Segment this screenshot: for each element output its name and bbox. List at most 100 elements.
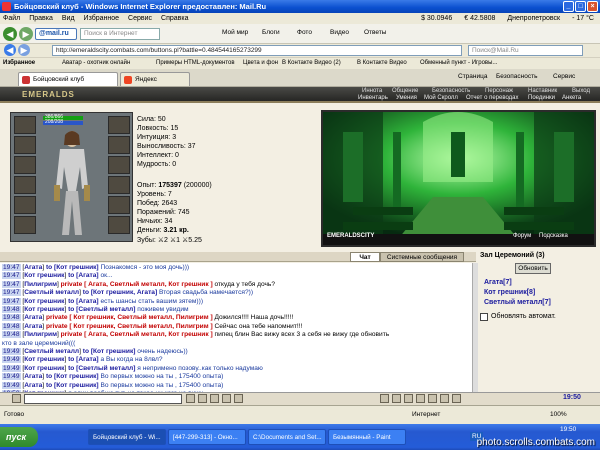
back-arrow-icon[interactable]: ◀ — [4, 44, 16, 56]
chat-author[interactable]: Агата — [24, 382, 42, 389]
map-icon[interactable] — [404, 394, 413, 403]
slot-armor[interactable] — [14, 176, 36, 194]
menu-file[interactable]: Файл — [3, 13, 20, 24]
chat-time[interactable]: 19:48 — [2, 314, 21, 322]
chat-recipient[interactable]: to [Кот грешник] — [46, 373, 99, 380]
menu-help[interactable]: Справка — [161, 13, 188, 24]
taskbar-explorer[interactable]: C:\Documents and Set... — [248, 429, 326, 445]
chat-time[interactable]: 19:48 — [2, 322, 21, 330]
fav-link-exchange[interactable]: Обменный пункт - Игровы... — [420, 60, 497, 66]
translit-icon[interactable] — [234, 394, 243, 403]
chat-recipient[interactable]: to [Кот грешник, Агата] — [83, 289, 157, 296]
chat-author[interactable]: Кот грешник — [24, 365, 64, 372]
chat-author[interactable]: Светлый металл — [24, 348, 79, 355]
menu-view[interactable]: Вид — [62, 13, 75, 24]
nav-profile[interactable]: Анкета — [562, 95, 581, 101]
user-kot-greshnik[interactable]: Кот грешник[8] — [484, 289, 535, 296]
toolbar-my-world[interactable]: Мой мир — [222, 29, 248, 36]
chat-recipient[interactable]: to [Агата] — [68, 356, 99, 363]
nav-innota[interactable]: Иннота — [362, 88, 382, 94]
fav-link-html[interactable]: Примеры HTML-документов — [156, 60, 235, 66]
slot-pants[interactable] — [108, 196, 130, 214]
status-zoom[interactable]: 100% — [550, 411, 567, 418]
chat-time[interactable]: 19:49 — [2, 373, 21, 381]
chat-author[interactable]: Кот грешник — [24, 306, 64, 313]
help-icon[interactable] — [452, 394, 461, 403]
url-input[interactable]: http://emeraldscity.combats.com/buttons.… — [52, 45, 462, 56]
toolbar-video[interactable]: Видео — [330, 29, 349, 36]
page-menu[interactable]: Страница — [458, 73, 487, 80]
chat-private-recipients[interactable]: private [ Кот грешник, Светлый металл, П… — [46, 314, 213, 321]
security-menu[interactable]: Безопасность — [496, 73, 537, 80]
chat-time[interactable]: 19:49 — [2, 348, 21, 355]
chat-author[interactable]: Кот грешник — [24, 298, 64, 305]
chat-recipient[interactable]: to [Кот грешник] — [46, 264, 99, 271]
chat-time[interactable]: 19:48 — [2, 331, 21, 339]
nav-scroll[interactable]: Мой Скролл — [424, 95, 458, 101]
forward-button[interactable]: ▶ — [19, 27, 33, 41]
slot-weapon[interactable] — [14, 156, 36, 174]
toolbar-blogs[interactable]: Блоги — [262, 29, 280, 36]
chat-input[interactable] — [24, 394, 182, 404]
tab-yandex[interactable]: Яндекс — [120, 72, 190, 86]
close-button[interactable]: × — [587, 1, 598, 12]
chat-recipient[interactable]: to [Светлый металл] — [68, 306, 135, 313]
chat-private-recipients[interactable]: private [ Агата, Светлый металл, Кот гре… — [61, 331, 213, 338]
nav-mentor[interactable]: Наставник — [528, 88, 557, 94]
location-scene[interactable]: EMERALDSCITY Форум Подсказка — [321, 110, 596, 247]
sound-icon[interactable] — [428, 394, 437, 403]
clear-icon[interactable] — [210, 394, 219, 403]
slot-earrings[interactable] — [14, 116, 36, 134]
nav-exit[interactable]: Выход — [572, 88, 590, 94]
fav-link-avatar[interactable]: Аватар - охотник онлайн — [62, 60, 130, 66]
maximize-button[interactable]: □ — [575, 1, 586, 12]
tab-chat[interactable]: Чат — [350, 252, 380, 262]
nav-security[interactable]: Безопасность — [432, 88, 470, 94]
hint-link[interactable]: Подсказка — [539, 233, 568, 239]
chat-author[interactable]: Светлый металл — [24, 289, 79, 296]
menu-edit[interactable]: Правка — [29, 13, 53, 24]
chat-time[interactable]: 19:49 — [2, 356, 21, 364]
minimize-button[interactable]: _ — [563, 1, 574, 12]
fav-link-vk-video[interactable]: В Контакте Видео — [357, 60, 407, 66]
nav-skills[interactable]: Умения — [396, 95, 417, 101]
refresh-button[interactable]: Обновить — [515, 263, 551, 274]
nav-transfers[interactable]: Отчет о переводах — [466, 95, 519, 101]
slot-boots[interactable] — [108, 216, 130, 234]
chat-author[interactable]: Кот грешник — [24, 356, 64, 363]
chat-settings-icon[interactable] — [12, 394, 21, 403]
chat-time[interactable]: 19:49 — [2, 364, 21, 372]
toolbar-photo[interactable]: Фото — [297, 29, 312, 36]
taskbar-paint[interactable]: Безымянный - Paint — [328, 429, 406, 445]
taskbar-ie[interactable]: Бойцовский клуб - Wi... — [88, 429, 166, 445]
tab-system-messages[interactable]: Системные сообщения — [380, 252, 464, 262]
user-svetly-metall[interactable]: Светлый металл[7] — [484, 299, 551, 306]
taskbar-chat-window[interactable]: [447-299-313] - Окно... — [168, 429, 246, 445]
chat-time[interactable]: 19:47 — [2, 297, 21, 305]
slot-rings[interactable] — [108, 176, 130, 194]
chat-time[interactable]: 19:48 — [2, 306, 21, 313]
start-button[interactable]: пуск — [0, 427, 38, 447]
tab-fight-club[interactable]: Бойцовский клуб — [18, 72, 118, 86]
nav-chat[interactable]: Общение — [392, 88, 418, 94]
options-icon[interactable] — [440, 394, 449, 403]
menu-tools[interactable]: Сервис — [128, 13, 152, 24]
back-button[interactable]: ◀ — [3, 27, 17, 41]
forum-link[interactable]: Форум — [513, 233, 531, 239]
friends-icon[interactable] — [380, 394, 389, 403]
chat-time[interactable]: 19:47 — [2, 272, 21, 280]
slot-belt[interactable] — [14, 196, 36, 214]
quests-icon[interactable] — [392, 394, 401, 403]
fav-link-vk-video-2[interactable]: В Контакте Видео (2) — [282, 60, 341, 66]
toolbar-answers[interactable]: Ответы — [364, 29, 386, 36]
user-agata[interactable]: Агата[7] — [484, 279, 512, 286]
chat-private-recipients[interactable]: private [ Агата, Светлый металл, Кот гре… — [61, 281, 213, 288]
chat-time[interactable]: 19:47 — [2, 289, 21, 297]
address-search-input[interactable]: Поиск@Mail.Ru — [468, 45, 583, 56]
chat-author[interactable]: Агата — [24, 373, 42, 380]
chat-author[interactable]: Пилигрим — [24, 331, 57, 338]
nav-fights[interactable]: Поединки — [528, 95, 555, 101]
mail-icon[interactable] — [416, 394, 425, 403]
mailru-search-input[interactable]: Поиск в Интернет — [80, 28, 160, 40]
chat-recipient[interactable]: to [Агата] — [68, 298, 99, 305]
